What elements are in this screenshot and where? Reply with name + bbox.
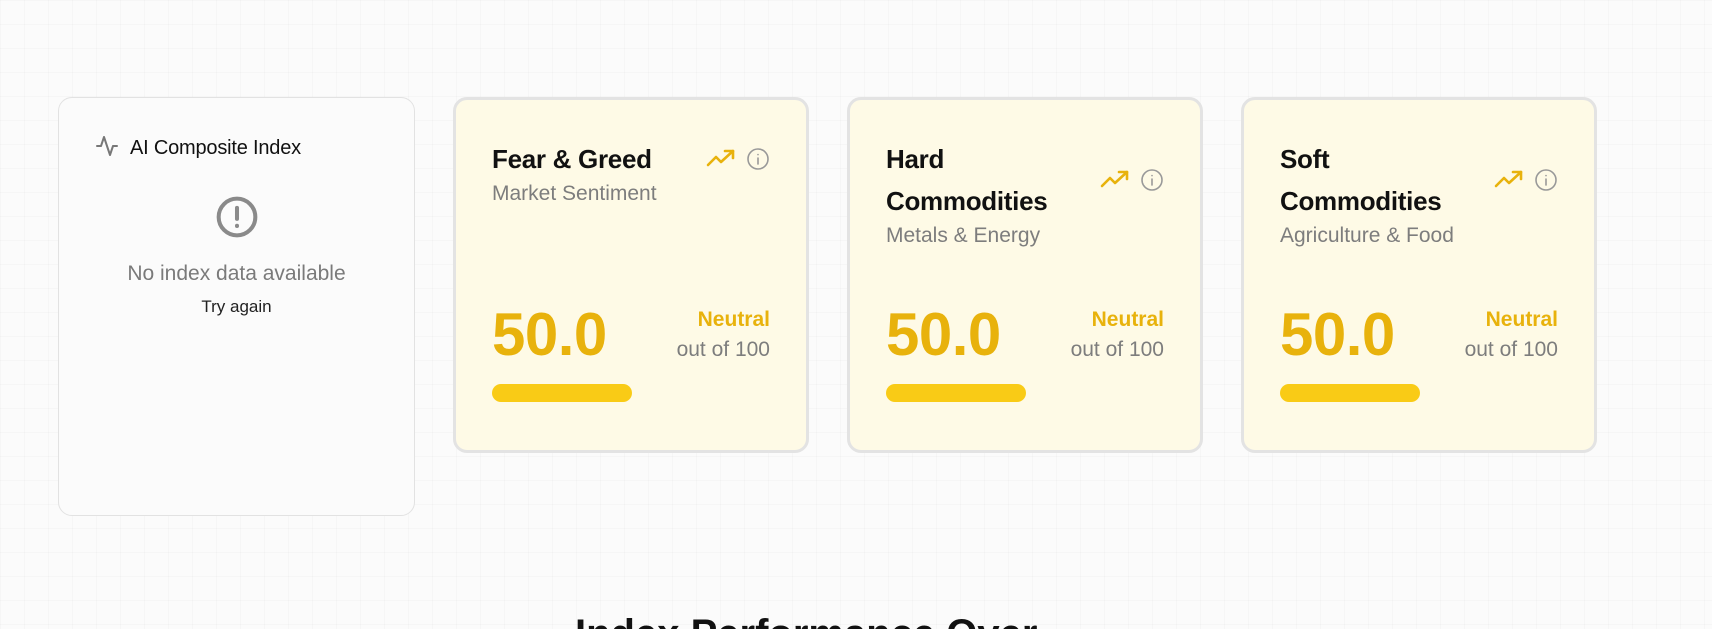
index-scale-label: out of 100 [676, 337, 770, 361]
index-card-subtitle: Market Sentiment [492, 182, 657, 205]
index-value: 50.0 [492, 301, 607, 368]
section-heading: Index Performance Over [575, 612, 1037, 629]
index-card-header: Soft Commodities [1280, 138, 1558, 222]
index-progress-bar [492, 384, 632, 402]
ai-composite-index-card: AI Composite Index No index data availab… [58, 97, 415, 516]
ai-card-title: AI Composite Index [130, 137, 301, 159]
trending-up-icon [1100, 168, 1130, 192]
index-scale-label: out of 100 [1070, 337, 1164, 361]
index-status-label: Neutral [697, 307, 770, 331]
index-card-title: Fear & Greed [492, 144, 652, 174]
index-scale-label: out of 100 [1464, 337, 1558, 361]
index-meta: Neutral out of 100 [677, 308, 770, 362]
index-cards-row: AI Composite Index No index data availab… [58, 97, 1597, 516]
index-card-fear-greed[interactable]: Fear & Greed Market Sentiment 50.0 Neutr… [453, 97, 809, 453]
index-status-label: Neutral [1485, 307, 1558, 331]
index-progress-bar [1280, 384, 1420, 402]
try-again-button[interactable]: Try again [201, 297, 271, 317]
index-value-row: 50.0 Neutral out of 100 [492, 300, 770, 369]
index-card-title: Soft Commodities [1280, 144, 1442, 216]
ai-card-header: AI Composite Index [59, 134, 414, 163]
index-status-label: Neutral [1091, 307, 1164, 331]
alert-circle-icon [216, 196, 257, 238]
index-card-subtitle: Metals & Energy [886, 224, 1041, 247]
empty-state-message: No index data available [127, 262, 346, 285]
info-icon[interactable] [1140, 168, 1164, 192]
index-progress-bar [886, 384, 1026, 402]
index-meta: Neutral out of 100 [1465, 308, 1558, 362]
index-card-hard-commodities[interactable]: Hard Commodities Metals & Energy 50.0 Ne… [847, 97, 1203, 453]
info-icon[interactable] [746, 147, 770, 171]
index-value: 50.0 [1280, 301, 1395, 368]
index-card-title: Hard Commodities [886, 144, 1048, 216]
index-card-icons [1494, 168, 1558, 192]
index-card-icons [1100, 168, 1164, 192]
index-card-soft-commodities[interactable]: Soft Commodities Agriculture & Food 50.0… [1241, 97, 1597, 453]
info-icon[interactable] [1534, 168, 1558, 192]
activity-icon [95, 134, 119, 163]
index-value: 50.0 [886, 301, 1001, 368]
index-card-header: Fear & Greed [492, 138, 770, 180]
index-card-icons [706, 147, 770, 171]
index-card-subtitle: Agriculture & Food [1280, 224, 1454, 247]
index-meta: Neutral out of 100 [1071, 308, 1164, 362]
index-value-row: 50.0 Neutral out of 100 [886, 300, 1164, 369]
index-card-header: Hard Commodities [886, 138, 1164, 222]
trending-up-icon [1494, 168, 1524, 192]
trending-up-icon [706, 147, 736, 171]
index-value-row: 50.0 Neutral out of 100 [1280, 300, 1558, 369]
